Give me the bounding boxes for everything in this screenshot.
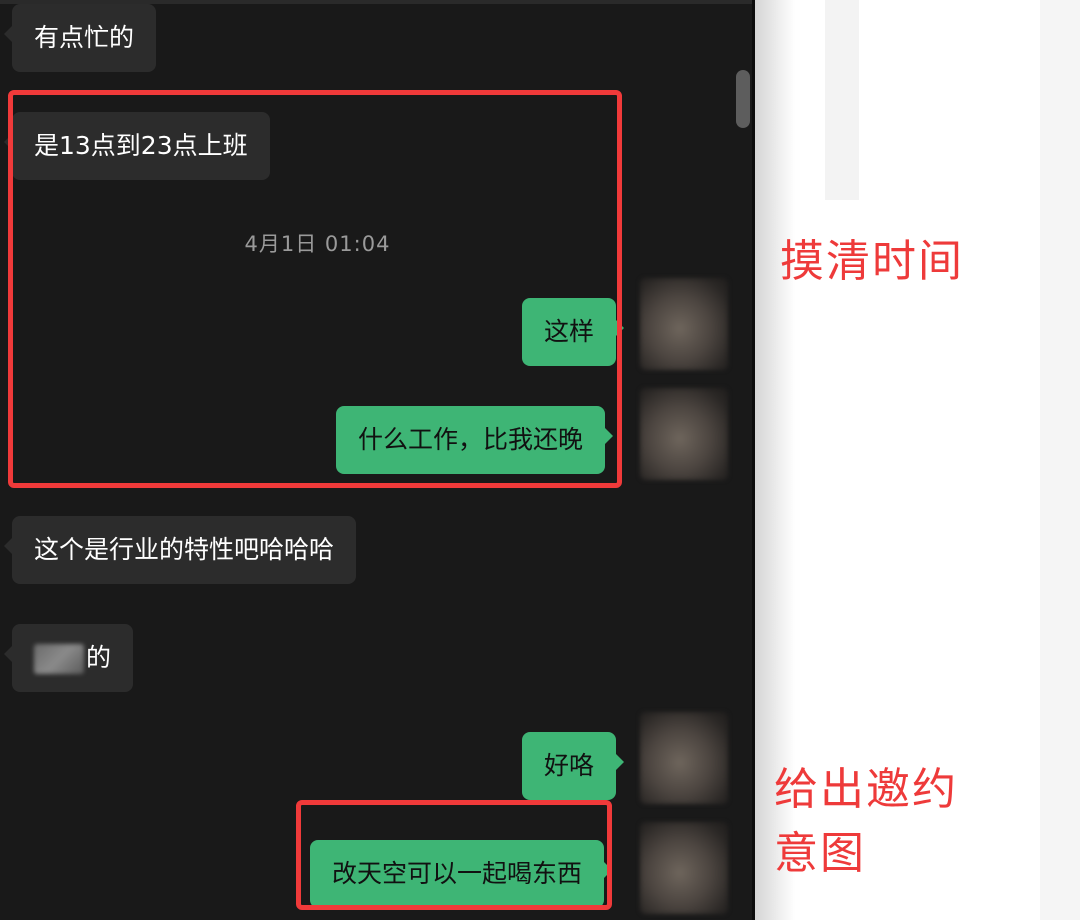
message-text: 的: [86, 643, 112, 672]
redacted-text: [34, 644, 84, 674]
right-edge-strip: [1040, 0, 1080, 920]
highlight-box-schedule: [8, 90, 622, 488]
highlight-box-invitation: [296, 800, 612, 910]
message-text: 有点忙的: [34, 23, 135, 52]
message-text: 好咯: [544, 751, 595, 780]
message-incoming[interactable]: 有点忙的: [3, 4, 157, 72]
message-incoming[interactable]: 的: [3, 624, 134, 692]
annotation-label: 给出邀约: [774, 764, 958, 815]
chat-panel: 有点忙的 是13点到23点上班 4月1日 01:04 这样 什么工作，比我还晚 …: [0, 0, 755, 920]
chat-scrollbar[interactable]: [736, 70, 750, 128]
user-avatar[interactable]: [640, 278, 728, 370]
right-panel-strip: [825, 0, 859, 200]
user-avatar[interactable]: [640, 712, 728, 804]
user-avatar[interactable]: [640, 822, 728, 914]
annotation-label: 摸清时间: [780, 236, 964, 287]
user-avatar[interactable]: [640, 388, 728, 480]
message-outgoing[interactable]: 好咯: [522, 732, 625, 800]
annotation-label: 意图: [774, 828, 866, 879]
message-incoming[interactable]: 这个是行业的特性吧哈哈哈: [3, 516, 357, 584]
message-text: 这个是行业的特性吧哈哈哈: [34, 535, 335, 564]
